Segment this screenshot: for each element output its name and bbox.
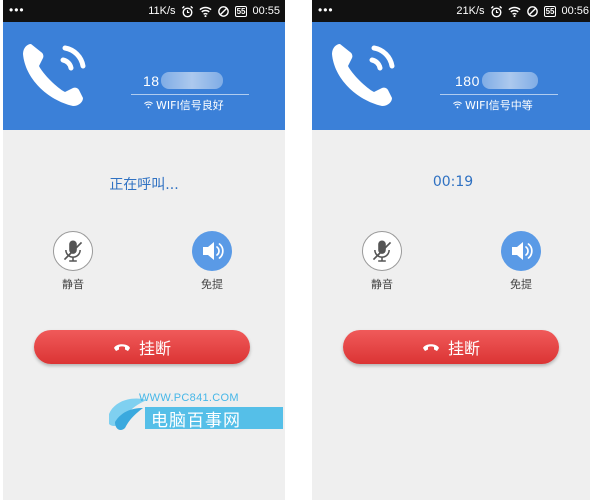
hangup-label: 挂断 bbox=[138, 339, 171, 358]
hangup-button[interactable]: 挂断 bbox=[343, 330, 559, 364]
signal-text: WIFI信号中等 bbox=[465, 99, 533, 112]
mute-label: 静音 bbox=[62, 278, 84, 291]
caller-number: 180 bbox=[455, 73, 480, 89]
hangup-handset-icon bbox=[113, 344, 130, 351]
status-bar: ••• 11K/s 55 00:55 bbox=[3, 0, 285, 22]
hangup-handset-icon bbox=[422, 344, 439, 351]
call-timer: 00:19 bbox=[432, 174, 474, 190]
number-redaction bbox=[482, 72, 538, 89]
wifi-icon bbox=[507, 6, 521, 17]
mute-microphone-icon bbox=[63, 240, 83, 262]
speaker-button[interactable] bbox=[501, 231, 541, 271]
wifi-signal-icon bbox=[144, 101, 153, 109]
status-bar: ••• 21K/s 55 00:56 bbox=[312, 0, 590, 22]
mute-button[interactable] bbox=[53, 231, 93, 271]
phone-call-icon bbox=[23, 44, 86, 106]
signal-status: WIFI信号中等 bbox=[453, 97, 533, 113]
silent-mode-icon bbox=[217, 5, 229, 17]
hangup-button[interactable]: 挂断 bbox=[34, 330, 250, 364]
network-speed: 21K/s bbox=[456, 5, 485, 17]
call-status: 正在呼叫... bbox=[109, 177, 179, 193]
network-speed: 11K/s bbox=[148, 5, 176, 17]
mute-label: 静音 bbox=[371, 278, 393, 291]
watermark-url: WWW.PC841.COM bbox=[139, 392, 239, 404]
hangup-label: 挂断 bbox=[447, 339, 480, 358]
speaker-label: 免提 bbox=[510, 278, 532, 291]
signal-status: WIFI信号良好 bbox=[144, 97, 224, 113]
phone-screen-in-call: ••• 21K/s 55 00:56 180 WIFI信号中等 00:19 静音… bbox=[312, 0, 590, 500]
number-divider bbox=[440, 94, 558, 95]
battery-icon: 55 bbox=[234, 5, 248, 17]
battery-icon: 55 bbox=[543, 5, 557, 17]
wifi-signal-icon bbox=[453, 101, 462, 109]
clock: 00:56 bbox=[561, 5, 589, 17]
mute-button[interactable] bbox=[362, 231, 402, 271]
watermark-logo: WWW.PC841.COM 电脑百事网 bbox=[107, 390, 307, 435]
phone-call-icon bbox=[332, 44, 395, 106]
caller-number: 18 bbox=[143, 73, 160, 89]
speaker-icon bbox=[203, 242, 224, 260]
clock: 00:55 bbox=[252, 5, 280, 17]
status-menu-dots: ••• bbox=[9, 3, 25, 17]
watermark-site-name: 电脑百事网 bbox=[151, 411, 241, 431]
caller-header: 18 WIFI信号良好 bbox=[3, 22, 285, 130]
status-menu-dots: ••• bbox=[318, 3, 334, 17]
mute-microphone-icon bbox=[372, 240, 392, 262]
caller-header: 180 WIFI信号中等 bbox=[312, 22, 590, 130]
signal-text: WIFI信号良好 bbox=[156, 99, 224, 112]
speaker-icon bbox=[512, 242, 533, 260]
alarm-icon bbox=[490, 5, 502, 17]
speaker-button[interactable] bbox=[192, 231, 232, 271]
silent-mode-icon bbox=[526, 5, 538, 17]
number-redaction bbox=[161, 72, 223, 89]
number-divider bbox=[131, 94, 249, 95]
alarm-icon bbox=[181, 5, 193, 17]
wifi-icon bbox=[198, 6, 212, 17]
speaker-label: 免提 bbox=[201, 278, 223, 291]
